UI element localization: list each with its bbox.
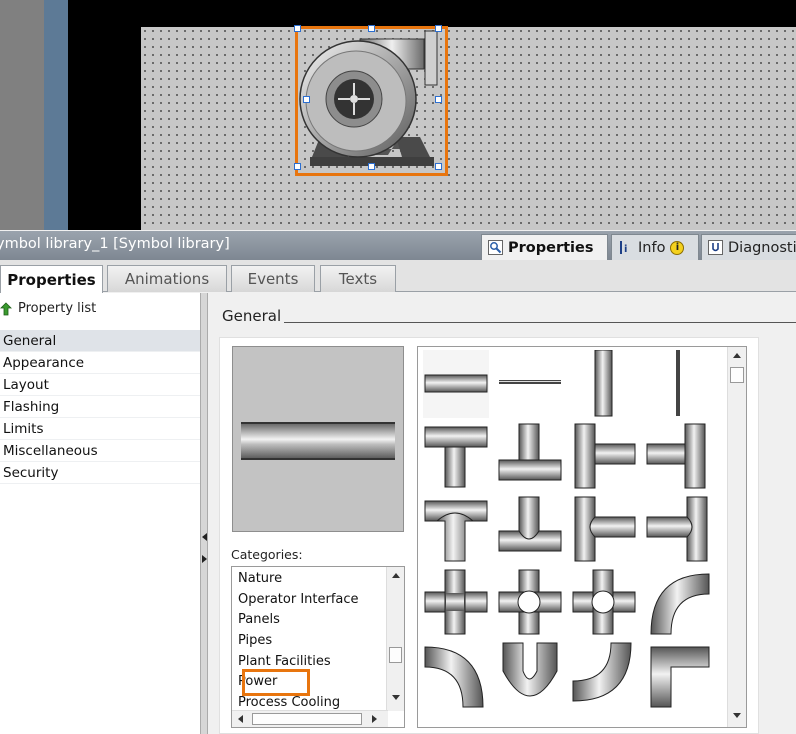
- property-list-toggle[interactable]: Property list: [0, 301, 96, 316]
- info-icon: i: [618, 240, 633, 255]
- scroll-left-icon[interactable]: [238, 715, 243, 723]
- subtab-animations[interactable]: Animations: [107, 265, 227, 292]
- category-item-selected[interactable]: Pipes: [232, 631, 384, 652]
- pipe-tee-up-icon[interactable]: [497, 422, 563, 490]
- subtab-events[interactable]: Events: [231, 265, 315, 292]
- scroll-up-icon[interactable]: [733, 353, 741, 358]
- category-item[interactable]: Operator Interface: [232, 590, 384, 611]
- tab-diagnostics[interactable]: Diagnosti: [701, 234, 796, 260]
- pipe-cross-icon[interactable]: [423, 568, 489, 636]
- screen-grid[interactable]: [141, 27, 796, 230]
- general-panel: General Categories: Nature Operator Inte…: [209, 293, 796, 734]
- object-title: ymbol library_1 [Symbol library]: [0, 236, 230, 252]
- resize-handle-br[interactable]: [435, 163, 442, 170]
- pipe-elbow-down-right-icon[interactable]: [645, 568, 711, 636]
- pipe-cross-round-h-icon[interactable]: [497, 568, 563, 636]
- scroll-right-icon[interactable]: [372, 715, 377, 723]
- pipe-vertical-thick-icon[interactable]: [571, 350, 637, 418]
- resize-handle-t[interactable]: [368, 25, 375, 32]
- info-badge-icon: i: [670, 240, 685, 255]
- canvas-left-strip: [44, 0, 68, 230]
- pipe-horizontal-thin-icon[interactable]: [497, 350, 563, 418]
- pipe-round-tee-down-icon[interactable]: [423, 495, 489, 563]
- tab-diagnostics-label: Diagnosti: [728, 239, 796, 256]
- pipe-elbow-down-left-icon[interactable]: [423, 641, 489, 709]
- nav-item-limits[interactable]: Limits: [0, 418, 200, 440]
- property-nav-panel: Property list General Appearance Layout …: [0, 293, 200, 734]
- section-divider: [284, 322, 796, 323]
- tab-info-label: Info: [638, 239, 666, 256]
- category-item[interactable]: Panels: [232, 610, 384, 631]
- pipe-round-tee-up-icon[interactable]: [497, 495, 563, 563]
- resize-handle-r[interactable]: [435, 96, 442, 103]
- pipe-elbow-up-left-icon[interactable]: [571, 641, 637, 709]
- panel-splitter[interactable]: [200, 293, 208, 734]
- subtab-texts[interactable]: Texts: [320, 265, 396, 292]
- symbol-picker: Categories: Nature Operator Interface Pa…: [219, 337, 759, 734]
- pipe-vertical-thin-icon[interactable]: [645, 350, 711, 418]
- green-arrow-icon: [0, 301, 12, 315]
- tab-properties-label: Properties: [508, 239, 594, 256]
- scroll-thumb[interactable]: [389, 647, 402, 663]
- property-nav: General Appearance Layout Flashing Limit…: [0, 330, 200, 484]
- resize-handle-l[interactable]: [303, 96, 310, 103]
- tab-info[interactable]: i Info i: [611, 234, 699, 260]
- scroll-up-icon[interactable]: [392, 573, 400, 578]
- screen-canvas[interactable]: [0, 0, 796, 230]
- nav-item-security[interactable]: Security: [0, 462, 200, 484]
- pipes-highlight-box: [242, 669, 310, 696]
- selected-pump-symbol[interactable]: [294, 25, 448, 176]
- pipe-tee-right-icon[interactable]: [571, 422, 637, 490]
- categories-vscrollbar[interactable]: [386, 567, 404, 711]
- resize-handle-tr[interactable]: [435, 25, 442, 32]
- scroll-down-icon[interactable]: [733, 713, 741, 718]
- canvas-left-margin: [0, 0, 44, 230]
- collapse-left-icon[interactable]: [202, 533, 207, 541]
- pump-icon: [299, 30, 438, 166]
- pipe-cross-round-v-icon[interactable]: [571, 568, 637, 636]
- symbol-grid[interactable]: [417, 346, 747, 728]
- resize-handle-tl[interactable]: [294, 25, 301, 32]
- properties-icon: [488, 240, 503, 255]
- hscroll-thumb[interactable]: [252, 713, 362, 725]
- nav-item-appearance[interactable]: Appearance: [0, 352, 200, 374]
- category-item[interactable]: Nature: [232, 569, 384, 590]
- scroll-down-icon[interactable]: [392, 695, 400, 700]
- svg-text:i: i: [624, 244, 627, 255]
- resize-handle-bl[interactable]: [294, 163, 301, 170]
- pipe-tee-left-icon[interactable]: [645, 422, 711, 490]
- property-subtabs: Properties Animations Events Texts: [0, 260, 796, 293]
- nav-item-flashing[interactable]: Flashing: [0, 396, 200, 418]
- subtab-properties[interactable]: Properties: [0, 265, 103, 293]
- section-heading: General: [222, 307, 282, 325]
- nav-item-general[interactable]: General: [0, 330, 200, 352]
- pipe-round-tee-left-icon[interactable]: [645, 495, 711, 563]
- scroll-thumb[interactable]: [730, 367, 744, 383]
- symbol-grid-scrollbar[interactable]: [727, 347, 746, 727]
- resize-handle-b[interactable]: [368, 163, 375, 170]
- pipe-horizontal-thick-icon[interactable]: [423, 350, 489, 418]
- pipe-u-bend-icon[interactable]: [497, 641, 563, 709]
- nav-item-miscellaneous[interactable]: Miscellaneous: [0, 440, 200, 462]
- categories-label: Categories:: [231, 547, 303, 562]
- pipe-round-tee-right-icon[interactable]: [571, 495, 637, 563]
- nav-item-layout[interactable]: Layout: [0, 374, 200, 396]
- pipe-corner-square-icon[interactable]: [645, 641, 711, 709]
- inspector-header: ymbol library_1 [Symbol library] Propert…: [0, 231, 796, 260]
- preview-pipe-icon: [241, 422, 395, 460]
- pipe-tee-down-icon[interactable]: [423, 422, 489, 490]
- expand-right-icon[interactable]: [202, 555, 207, 563]
- symbol-preview: [232, 346, 404, 532]
- tab-properties-inspector[interactable]: Properties: [481, 234, 608, 260]
- categories-list[interactable]: Nature Operator Interface Panels Pipes P…: [231, 566, 405, 728]
- categories-hscrollbar[interactable]: [232, 710, 388, 727]
- diagnostics-icon: [708, 240, 723, 255]
- property-list-label: Property list: [18, 301, 97, 316]
